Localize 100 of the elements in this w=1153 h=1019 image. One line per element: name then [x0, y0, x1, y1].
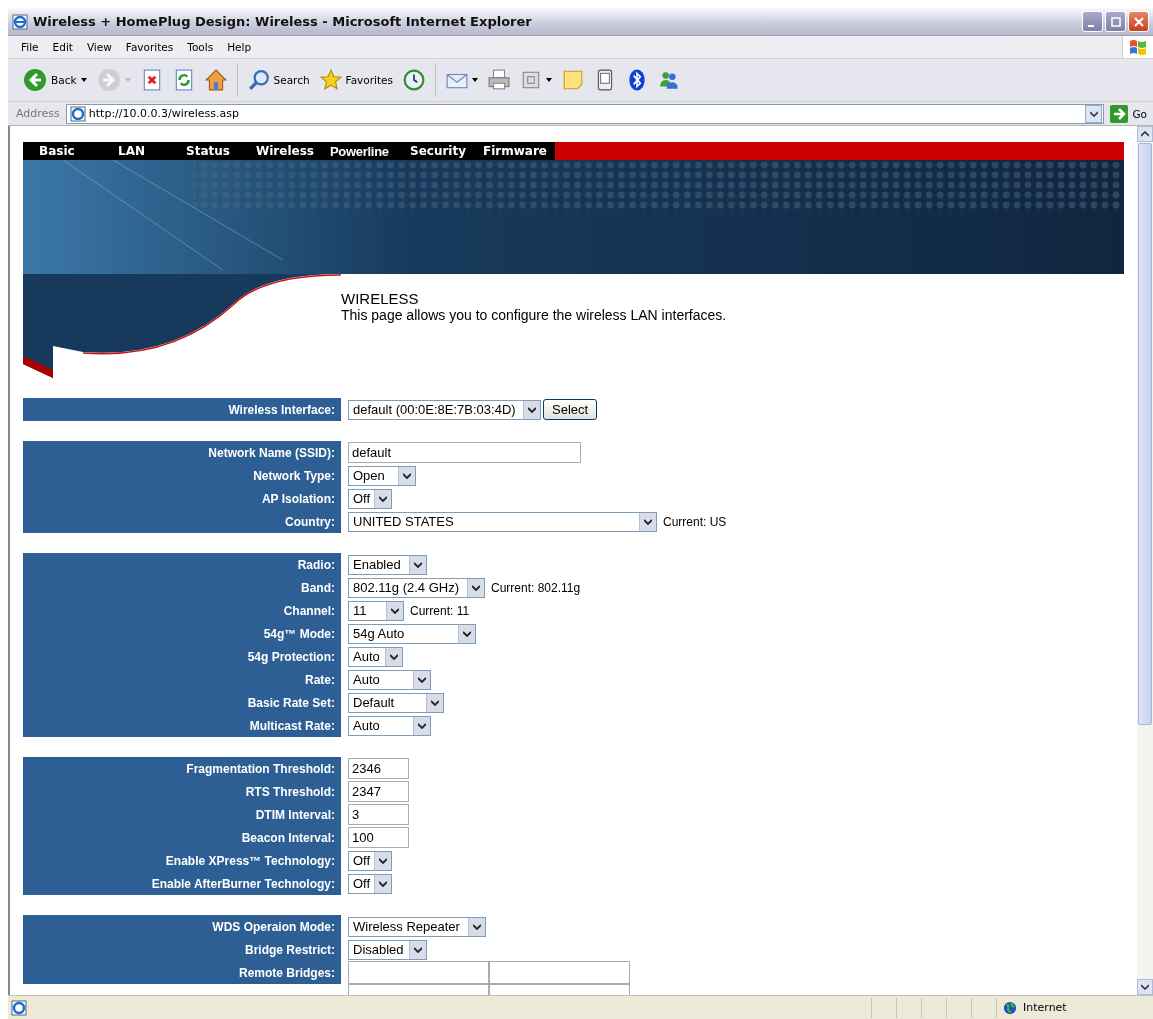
nav-link[interactable]: LAN — [118, 144, 186, 158]
square-icon — [520, 69, 542, 91]
field-label: WDS Operaion Mode: — [23, 915, 341, 938]
menu-item[interactable]: Favorites — [118, 41, 181, 53]
star-icon — [319, 69, 342, 91]
dropdown[interactable]: Auto — [348, 669, 431, 690]
dropdown[interactable]: 54g Auto — [348, 623, 476, 644]
field-label: Remote Bridges: — [23, 961, 341, 984]
close-button[interactable] — [1128, 11, 1149, 32]
search-icon — [247, 69, 270, 91]
field-label: Network Name (SSID): — [23, 441, 341, 464]
dropdown[interactable]: 802.11g (2.4 GHz) — [348, 577, 485, 598]
field-label: Network Type: — [23, 464, 341, 487]
field-label: Enable AfterBurner Technology: — [23, 872, 341, 895]
page-icon — [69, 105, 86, 122]
input-field[interactable]: 2347 — [348, 781, 409, 802]
maximize-button[interactable] — [1105, 11, 1126, 32]
dropdown[interactable]: Auto — [348, 646, 403, 667]
search-button[interactable]: Search — [244, 67, 313, 93]
go-button[interactable]: Go — [1110, 104, 1153, 123]
dropdown[interactable]: Off — [348, 850, 392, 871]
caret-icon — [80, 78, 87, 82]
dropdown[interactable]: Wireless Repeater — [348, 916, 486, 937]
browser-icon — [12, 13, 28, 30]
dropdown[interactable]: Auto — [348, 715, 431, 736]
field-label: Enable XPress™ Technology: — [23, 849, 341, 872]
chevron-down-icon — [414, 946, 422, 953]
nav-link[interactable]: Security — [410, 144, 483, 158]
menu-item[interactable]: View — [79, 41, 119, 53]
menu-item[interactable]: Help — [220, 41, 259, 53]
current-value-text: Current: 802.11g — [491, 580, 581, 595]
chevron-down-icon — [379, 857, 387, 864]
minimize-icon — [1088, 24, 1094, 27]
minimize-button[interactable] — [1082, 11, 1103, 32]
menu-item[interactable]: Tools — [180, 41, 221, 53]
field-label: Radio: — [23, 553, 341, 576]
dropdown[interactable]: Disabled — [348, 939, 427, 960]
page-heading: WIRELESS — [341, 290, 420, 307]
chevron-down-icon — [418, 722, 426, 729]
input-field[interactable]: 2346 — [348, 758, 409, 779]
field-label: Multicast Rate: — [23, 714, 341, 737]
input-field[interactable] — [348, 961, 489, 984]
window-title: Wireless + HomePlug Design: Wireless - Microsoft Internet Explorer — [33, 14, 532, 29]
caret-icon — [472, 78, 478, 82]
field-label: Channel: — [23, 599, 341, 622]
field-label: Band: — [23, 576, 341, 599]
input-field[interactable]: 3 — [348, 804, 409, 825]
chevron-up-icon — [1141, 131, 1149, 137]
printer-icon — [488, 69, 510, 91]
chevron-down-icon — [1141, 984, 1149, 990]
select-button[interactable]: Select — [543, 399, 598, 420]
current-value-text: Current: US — [663, 514, 727, 529]
field-label: Country: — [23, 510, 341, 533]
nav-link[interactable]: Status — [186, 144, 256, 158]
address-label: Address — [16, 107, 60, 120]
dropdown[interactable]: 11 — [348, 600, 404, 621]
address-dropdown-button[interactable] — [1085, 104, 1103, 123]
maximize-icon — [1110, 16, 1121, 27]
chevron-down-icon — [644, 518, 652, 525]
field-label: DTIM Interval: — [23, 803, 341, 826]
favorites-button[interactable]: Favorites — [316, 67, 396, 93]
nav-link[interactable]: Wireless — [256, 144, 330, 158]
chevron-down-icon — [463, 630, 471, 637]
dropdown[interactable]: Off — [348, 873, 392, 894]
dropdown[interactable]: Enabled — [348, 554, 427, 575]
page-icon — [11, 999, 27, 1016]
caret-icon — [546, 78, 552, 82]
nav-link[interactable]: Basic — [39, 144, 118, 158]
field-label: 54g™ Mode: — [23, 622, 341, 645]
field-label: AP Isolation: — [23, 487, 341, 510]
dropdown[interactable]: UNITED STATES — [348, 511, 657, 532]
globe-icon — [1003, 1000, 1017, 1015]
menu-item[interactable]: Edit — [45, 41, 80, 53]
field-label: Rate: — [23, 668, 341, 691]
back-button[interactable]: Back — [20, 66, 90, 94]
field-label: Fragmentation Threshold: — [23, 757, 341, 780]
input-field[interactable]: 100 — [348, 827, 409, 848]
dropdown[interactable]: default (00:0E:8E:7B:03:4D) — [348, 399, 541, 420]
nav-link[interactable]: Firmware — [483, 144, 547, 158]
caret-icon — [124, 78, 131, 82]
nav-link[interactable]: Powerline — [330, 143, 410, 159]
house-icon — [204, 69, 227, 91]
address-field[interactable]: http://10.0.0.3/wireless.asp — [65, 103, 1105, 124]
field-label: RTS Threshold: — [23, 780, 341, 803]
chevron-down-icon — [379, 495, 387, 502]
menu-item[interactable]: File — [14, 41, 46, 53]
people-icon — [658, 69, 680, 91]
dropdown[interactable]: Off — [348, 488, 392, 509]
bluetooth-icon — [626, 69, 648, 91]
chevron-down-icon — [391, 607, 399, 614]
chevron-down-icon — [390, 653, 398, 660]
field-label: Bridge Restrict: — [23, 938, 341, 961]
chevron-down-icon — [472, 584, 480, 591]
input-field[interactable]: default — [348, 442, 581, 463]
dropdown[interactable]: Default — [348, 692, 444, 713]
note-icon — [562, 69, 584, 91]
input-field[interactable] — [489, 961, 630, 984]
vertical-scrollbar[interactable] — [1137, 126, 1153, 995]
dropdown[interactable]: Open — [348, 465, 416, 486]
windows-flag-icon — [1128, 38, 1148, 56]
